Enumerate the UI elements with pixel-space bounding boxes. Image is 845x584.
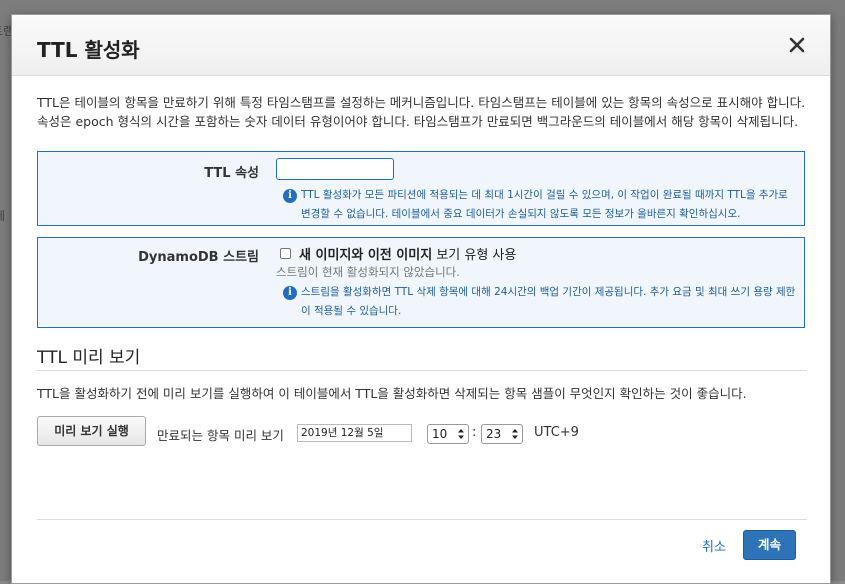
info-icon: i [283, 286, 297, 300]
minute-select[interactable]: 23 [481, 424, 523, 444]
footer-divider [37, 519, 807, 520]
hour-select[interactable]: 10 [427, 424, 469, 444]
dialog-title: TTL 활성화 [37, 38, 140, 62]
stream-checkbox-label-rest: 보기 유형 사용 [432, 248, 517, 263]
dialog-header: TTL 활성화 [12, 15, 830, 76]
stream-status-text: 스트림이 현재 활성화되지 않았습니다. [276, 265, 460, 279]
preview-date-input[interactable]: 2019년 12월 5일 [297, 424, 412, 442]
stream-checkbox[interactable] [280, 248, 291, 259]
info-icon: i [283, 189, 297, 203]
hour-value: 10 [432, 427, 448, 441]
time-separator: : [472, 425, 477, 440]
preview-description: TTL을 활성화하기 전에 미리 보기를 실행하여 이 테이블에서 TTL을 활… [37, 386, 747, 401]
timezone-label: UTC+9 [534, 425, 579, 440]
run-preview-button[interactable]: 미리 보기 실행 [37, 416, 146, 446]
divider [37, 370, 807, 371]
background-text-fragment: 테 [0, 207, 5, 224]
enable-ttl-dialog: TTL 활성화 TTL은 테이블의 항목을 만료하기 위해 특정 타임스탬프를 … [11, 14, 831, 584]
preview-section-title: TTL 미리 보기 [37, 348, 141, 368]
close-icon[interactable] [788, 36, 806, 54]
continue-button[interactable]: 계속 [743, 530, 796, 560]
ttl-attribute-label: TTL 속성 [204, 166, 259, 181]
stream-checkbox-label[interactable]: 새 이미지와 이전 이미지 보기 유형 사용 [299, 244, 516, 263]
stream-checkbox-label-bold: 새 이미지와 이전 이미지 [299, 248, 433, 263]
cancel-button[interactable]: 취소 [702, 536, 726, 555]
updown-arrow-icon [458, 429, 464, 439]
ttl-info-text: TTL 활성화가 모든 파티션에 적용되는 데 최대 1시간이 걸릴 수 있으며… [301, 189, 788, 220]
expire-preview-label: 만료되는 항목 미리 보기 [157, 428, 284, 443]
dialog-description: TTL은 테이블의 항목을 만료하기 위해 특정 타임스탬프를 설정하는 메커니… [37, 95, 806, 129]
stream-label: DynamoDB 스트림 [138, 250, 259, 265]
ttl-attribute-input[interactable] [276, 158, 394, 180]
minute-value: 23 [486, 427, 502, 441]
updown-arrow-icon [512, 429, 518, 439]
dynamodb-stream-panel: DynamoDB 스트림 새 이미지와 이전 이미지 보기 유형 사용 스트림이… [37, 237, 805, 328]
stream-info-text: 스트림을 활성화하면 TTL 삭제 항목에 대해 24시간의 백업 기간이 제공… [301, 286, 796, 317]
ttl-attribute-panel: TTL 속성 i TTL 활성화가 모든 파티션에 적용되는 데 최대 1시간이… [37, 151, 805, 226]
